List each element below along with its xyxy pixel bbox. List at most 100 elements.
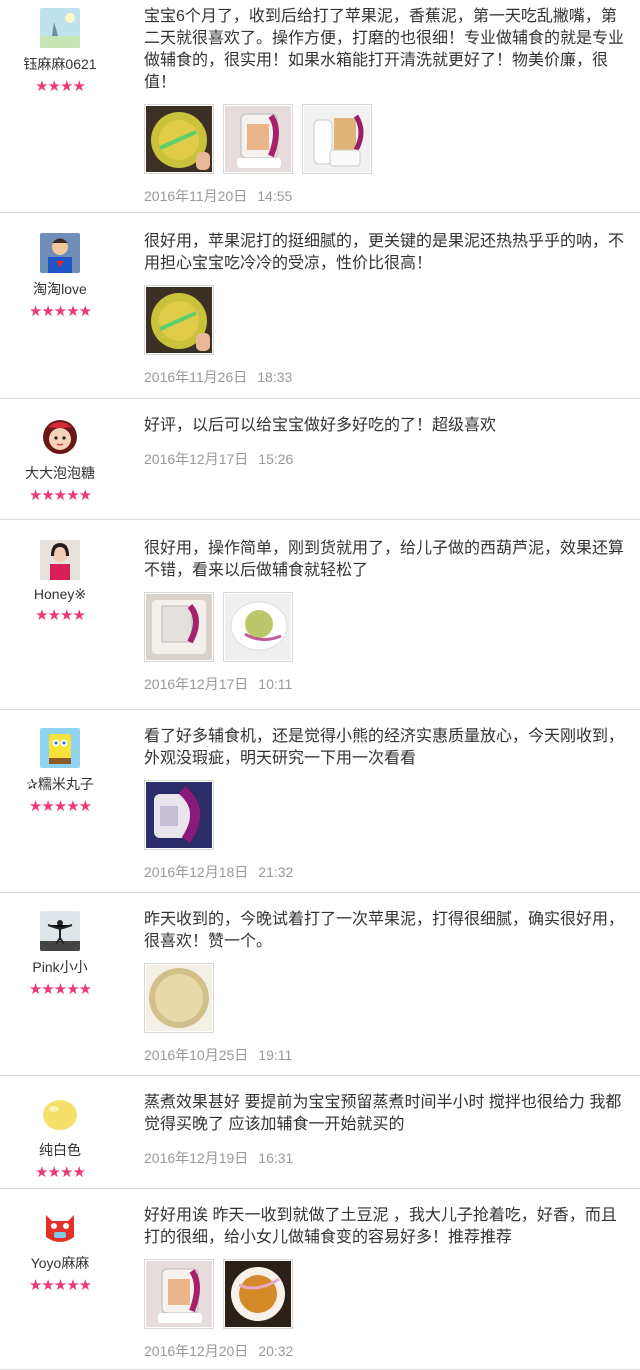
review-item: Honey※ ★★★★ 很好用，操作简单，刚到货就用了，给儿子做的西葫芦泥，效果还算…	[0, 520, 640, 710]
star-icon: ★	[47, 78, 61, 95]
yellow-ball-avatar-icon[interactable]	[40, 1094, 80, 1134]
review-user: Pink小小 ★★★★★	[0, 911, 120, 998]
review-text: 看了好多辅食机，还是觉得小熊的经济实惠质量放心，今天刚收到，外观没瑕疵，明天研究…	[144, 728, 625, 767]
review-time: 20:32	[258, 1343, 294, 1359]
child-avatar-icon[interactable]	[40, 233, 80, 273]
star-icon: ★	[28, 1277, 42, 1294]
review-timestamp: 2016年12月17日 10:11	[144, 674, 628, 694]
reviewer-name: Yoyo麻麻	[30, 1255, 90, 1271]
star-icon: ★	[53, 798, 67, 815]
review-text: 好评，以后可以给宝宝做好多好吃的了！超级喜欢	[144, 417, 497, 434]
star-icon: ★	[72, 607, 85, 624]
review-time: 10:11	[258, 676, 293, 692]
star-rating: ★★★★★	[0, 799, 120, 815]
star-icon: ★	[60, 607, 73, 624]
pink-food-maker-photo[interactable]	[223, 104, 293, 174]
white-food-maker-photo[interactable]	[302, 104, 372, 174]
review-photos	[144, 963, 628, 1033]
review-timestamp: 2016年12月17日 15:26	[144, 449, 628, 469]
star-icon: ★	[28, 798, 42, 815]
cartoon-girl-avatar-icon[interactable]	[40, 417, 80, 457]
review-text: 蒸煮效果甚好 要提前为宝宝预留蒸煮时间半小时 搅拌也很给力 我都觉得买晚了 应该…	[144, 1094, 622, 1133]
star-icon: ★	[35, 1164, 48, 1181]
review-text: 宝宝6个月了，收到后给打了苹果泥，香蕉泥，第一天吃乱撇嘴，第二天就很喜欢了。操作…	[144, 8, 625, 91]
sponge-avatar-icon[interactable]	[40, 728, 80, 768]
red-cat-avatar-icon[interactable]	[40, 1207, 80, 1247]
star-icon: ★	[53, 981, 67, 998]
review-time: 18:33	[257, 369, 293, 385]
review-date: 2016年11月26日	[144, 369, 248, 385]
pink-food-maker-photo[interactable]	[144, 1259, 214, 1329]
purple-food-maker-photo[interactable]	[144, 780, 214, 850]
reviewer-name: Honey※	[33, 586, 87, 602]
reviewer-name: ✰糯米丸子	[26, 776, 94, 792]
review-user: 纯白色 ★★★★	[0, 1094, 120, 1181]
review-content: 很好用，苹果泥打的挺细腻的，更关键的是果泥还热热乎乎的呐，不用担心宝宝吃冷冷的受…	[144, 231, 628, 387]
star-rating: ★★★★★	[0, 488, 120, 504]
star-icon: ★	[41, 487, 54, 504]
star-icon: ★	[47, 607, 61, 624]
review-text: 昨天收到的，今晚试着打了一次苹果泥，打得很细腻，确实很好用，很喜欢！赞一个。	[144, 911, 625, 950]
review-text: 很好用，苹果泥打的挺细腻的，更关键的是果泥还热热乎乎的呐，不用担心宝宝吃冷冷的受…	[144, 233, 625, 272]
star-icon: ★	[60, 1164, 73, 1181]
review-photos	[144, 1259, 628, 1329]
bowl-puree-photo[interactable]	[144, 104, 214, 174]
review-time: 14:55	[257, 188, 293, 204]
star-icon: ★	[53, 1277, 67, 1294]
review-date: 2016年12月19日	[144, 1150, 249, 1166]
star-icon: ★	[28, 487, 42, 504]
woman-avatar-icon[interactable]	[40, 540, 80, 580]
star-icon: ★	[66, 1277, 79, 1294]
review-content: 好好用诶 昨天一收到就做了土豆泥 ，我大儿子抢着吃，好香，而且打的很细，给小女儿…	[144, 1205, 628, 1361]
star-rating: ★★★★	[0, 608, 120, 624]
star-icon: ★	[35, 607, 48, 624]
review-user: 钰麻麻0621 ★★★★	[0, 8, 120, 95]
review-date: 2016年10月25日	[144, 1047, 249, 1063]
star-icon: ★	[78, 303, 92, 320]
silhouette-avatar-icon[interactable]	[40, 911, 80, 951]
sky-avatar-icon[interactable]	[40, 8, 80, 48]
star-icon: ★	[72, 78, 85, 95]
review-text: 好好用诶 昨天一收到就做了土豆泥 ，我大儿子抢着吃，好香，而且打的很细，给小女儿…	[144, 1207, 617, 1246]
review-user: Honey※ ★★★★	[0, 540, 120, 624]
review-photos	[144, 104, 628, 174]
star-icon: ★	[60, 78, 73, 95]
potato-puree-photo[interactable]	[223, 1259, 293, 1329]
food-maker-box-photo[interactable]	[144, 592, 214, 662]
review-text: 很好用，操作简单，刚到货就用了，给儿子做的西葫芦泥，效果还算不错，看来以后做辅食…	[144, 540, 625, 579]
star-icon: ★	[53, 487, 67, 504]
star-icon: ★	[66, 798, 79, 815]
bowl-puree-photo[interactable]	[144, 285, 214, 355]
green-puree-photo[interactable]	[223, 592, 293, 662]
review-timestamp: 2016年12月18日 21:32	[144, 862, 628, 882]
star-icon: ★	[78, 981, 92, 998]
star-icon: ★	[66, 303, 79, 320]
reviewer-name: Pink小小	[32, 959, 88, 975]
reviewer-name: 钰麻麻0621	[23, 56, 97, 72]
review-content: 很好用，操作简单，刚到货就用了，给儿子做的西葫芦泥，效果还算不错，看来以后做辅食…	[144, 538, 628, 694]
review-photos	[144, 780, 628, 850]
review-user: 淘淘love ★★★★★	[0, 233, 120, 320]
review-date: 2016年11月20日	[144, 188, 248, 204]
review-date: 2016年12月18日	[144, 864, 249, 880]
star-icon: ★	[41, 798, 54, 815]
review-user: Yoyo麻麻 ★★★★★	[0, 1207, 120, 1294]
review-content: 看了好多辅食机，还是觉得小熊的经济实惠质量放心，今天刚收到，外观没瑕疵，明天研究…	[144, 726, 628, 882]
star-icon: ★	[41, 303, 54, 320]
review-date: 2016年12月17日	[144, 676, 249, 692]
apple-puree-photo[interactable]	[144, 963, 214, 1033]
review-content: 昨天收到的，今晚试着打了一次苹果泥，打得很细腻，确实很好用，很喜欢！赞一个。 20…	[144, 909, 628, 1065]
star-icon: ★	[53, 303, 67, 320]
review-item: 淘淘love ★★★★★ 很好用，苹果泥打的挺细腻的，更关键的是果泥还热热乎乎的呐，…	[0, 213, 640, 399]
star-rating: ★★★★★	[0, 982, 120, 998]
review-item: 钰麻麻0621 ★★★★ 宝宝6个月了，收到后给打了苹果泥，香蕉泥，第一天吃乱撇嘴，…	[0, 0, 640, 213]
review-time: 19:11	[258, 1047, 293, 1063]
star-icon: ★	[66, 487, 79, 504]
review-item: 大大泡泡糖 ★★★★★ 好评，以后可以给宝宝做好多好吃的了！超级喜欢 2016年12月…	[0, 399, 640, 520]
star-rating: ★★★★★	[0, 304, 120, 320]
review-content: 宝宝6个月了，收到后给打了苹果泥，香蕉泥，第一天吃乱撇嘴，第二天就很喜欢了。操作…	[144, 6, 628, 206]
star-icon: ★	[66, 981, 79, 998]
star-rating: ★★★★	[0, 1165, 120, 1181]
star-icon: ★	[41, 981, 54, 998]
star-icon: ★	[28, 303, 42, 320]
